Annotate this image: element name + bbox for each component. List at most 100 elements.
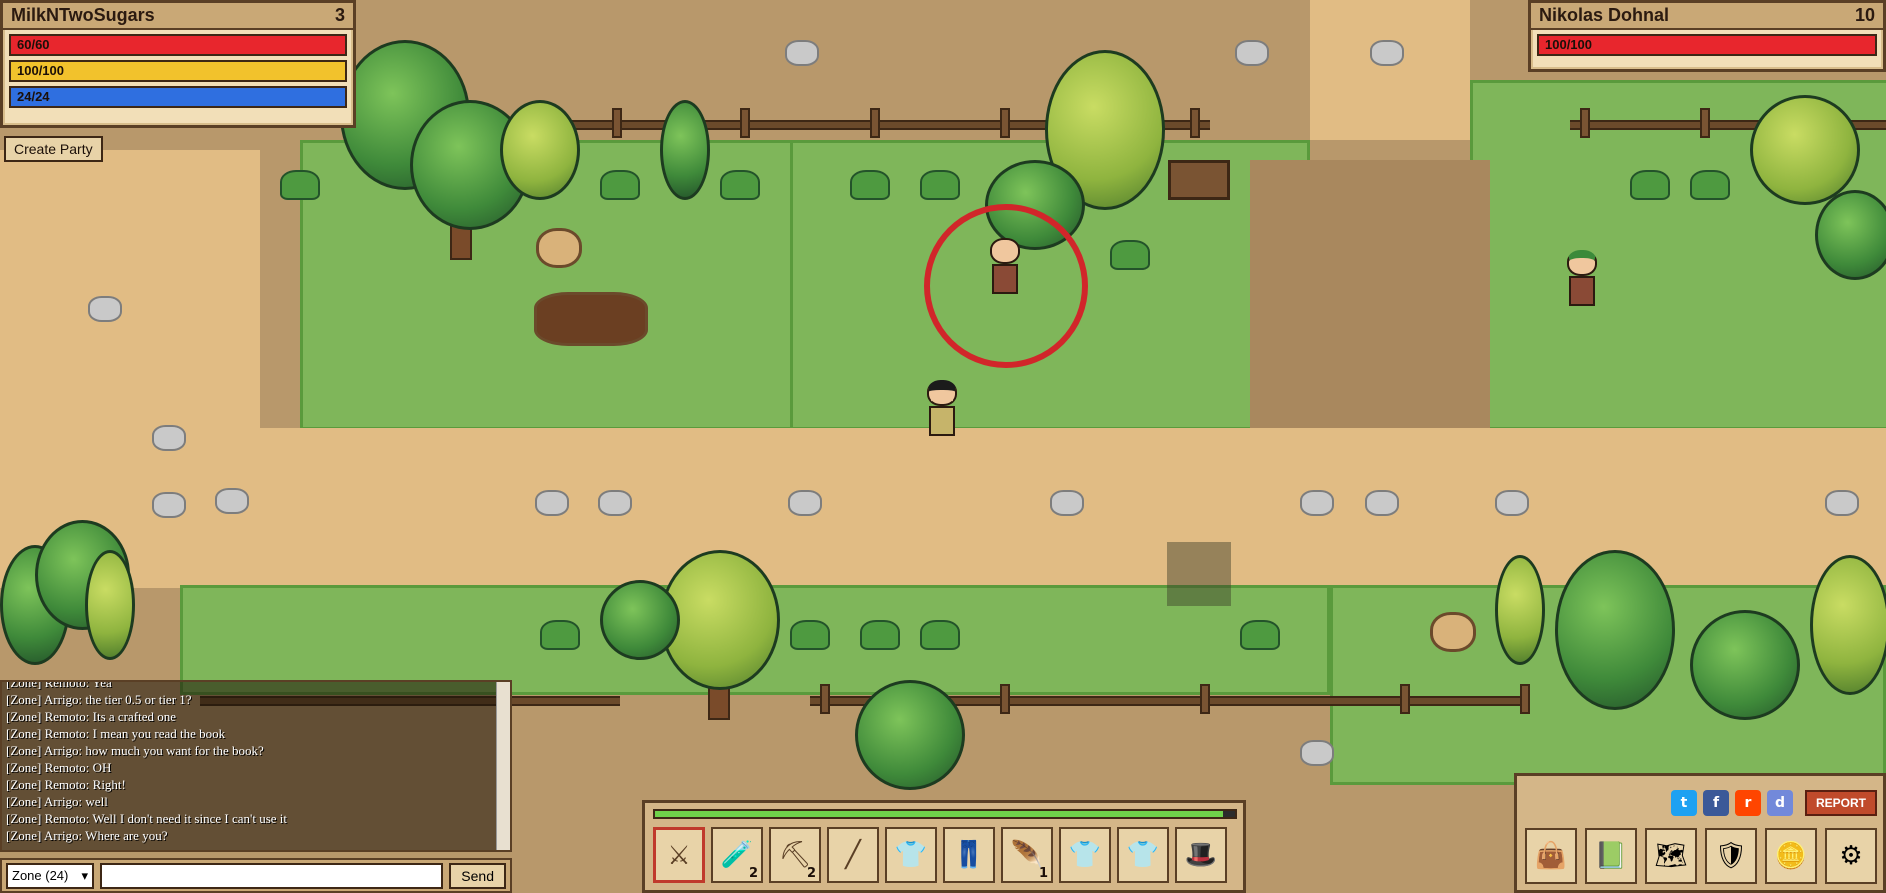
- chat-channel-select[interactable]: Zone (24) ▾: [6, 862, 94, 889]
- chat-message-input[interactable]: [100, 862, 444, 889]
- hotbar: ⚔ 🧪 2 ⛏ 2 ╱ 👕 👖 🪶 1 👕 👕 🎩: [642, 800, 1246, 893]
- tree: [1555, 550, 1675, 710]
- chat-input-row: Zone (24) ▾ Send: [0, 858, 512, 893]
- rock: [1825, 490, 1859, 516]
- tree: [855, 680, 965, 790]
- health-bar-fill: [11, 36, 345, 54]
- inventory-bag-button[interactable]: 👜: [1525, 828, 1577, 884]
- hotbar-slot[interactable]: 👕: [1117, 827, 1169, 883]
- player-body: [929, 406, 955, 436]
- fence-post: [1580, 108, 1590, 138]
- wooden-sign[interactable]: [1168, 160, 1230, 200]
- chat-message: [Zone] Remoto: Right!: [6, 777, 126, 792]
- fence-post: [740, 108, 750, 138]
- tree: [500, 100, 580, 200]
- chat-send-button[interactable]: Send: [449, 862, 506, 889]
- fence-post: [1200, 684, 1210, 714]
- player-name-row: MilkNTwoSugars 3: [3, 3, 353, 30]
- rock: [1300, 740, 1334, 766]
- bush: [1690, 170, 1730, 200]
- settings-gear-button[interactable]: ⚙: [1825, 828, 1877, 884]
- target-level: 10: [1854, 5, 1875, 25]
- tan-shirt-icon: 👕: [1068, 840, 1102, 870]
- rock: [1300, 490, 1334, 516]
- pine-tree: [660, 100, 710, 200]
- fallen-log: [534, 292, 648, 346]
- create-party-button[interactable]: Create Party: [4, 136, 103, 162]
- chat-lines: [Zone] Remoto: Yea [Zone] Arrigo: the tie…: [2, 680, 510, 844]
- hotbar-slot[interactable]: 👖: [943, 827, 995, 883]
- player-name: MilkNTwoSugars: [11, 5, 155, 25]
- gold-coins-button[interactable]: 🪙: [1765, 828, 1817, 884]
- bush: [600, 170, 640, 200]
- reddit-icon[interactable]: r: [1735, 790, 1761, 816]
- discord-icon[interactable]: d: [1767, 790, 1793, 816]
- character-button[interactable]: 🛡: [1705, 828, 1757, 884]
- mana-bar-fill: [11, 88, 345, 106]
- hover-tile: [1167, 542, 1231, 606]
- fence-post: [1400, 684, 1410, 714]
- chat-message: [Zone] Arrigo: the tier 0.5 or tier 1?: [6, 692, 192, 707]
- report-button[interactable]: REPORT: [1805, 790, 1877, 816]
- tree-stump: [536, 228, 582, 268]
- tree: [1815, 190, 1886, 280]
- rock: [788, 490, 822, 516]
- target-name: Nikolas Dohnal: [1539, 5, 1670, 25]
- hotbar-slot[interactable]: ⛏ 2: [769, 827, 821, 883]
- twitter-icon[interactable]: t: [1671, 790, 1697, 816]
- item-count: 2: [748, 866, 758, 881]
- item-count: 2: [806, 866, 816, 881]
- left-path: [0, 150, 260, 430]
- target-health-bar: 100/100: [1537, 34, 1877, 56]
- bush: [540, 620, 580, 650]
- rock: [1365, 490, 1399, 516]
- chat-message: [Zone] Remoto: Yea: [6, 680, 112, 690]
- world-map-icon: 🗺: [1654, 841, 1688, 871]
- chat-message: [Zone] Arrigo: how much you want for the…: [6, 743, 264, 758]
- hotbar-slot[interactable]: 👕: [885, 827, 937, 883]
- fishing-rod-icon: ╱: [845, 840, 861, 870]
- experience-bar-fill: [655, 811, 1224, 817]
- stamina-bar: 100/100: [9, 60, 347, 82]
- pine-tree: [85, 550, 135, 660]
- hotbar-slot[interactable]: 🪶 1: [1001, 827, 1053, 883]
- facebook-icon[interactable]: f: [1703, 790, 1729, 816]
- dirt-patch: [1250, 160, 1490, 430]
- chat-message: [Zone] Remoto: Its a crafted one: [6, 709, 177, 724]
- rock: [1235, 40, 1269, 66]
- fence-post: [612, 108, 622, 138]
- bush: [850, 170, 890, 200]
- tree: [1750, 95, 1860, 205]
- target-status-panel: Nikolas Dohnal 10 100/100: [1528, 0, 1886, 72]
- fence-post: [1520, 684, 1530, 714]
- bush: [860, 620, 900, 650]
- npc-villager[interactable]: [1562, 250, 1602, 306]
- target-selection-ring: [924, 204, 1088, 368]
- world-map-button[interactable]: 🗺: [1645, 828, 1697, 884]
- hotbar-slot[interactable]: ⚔: [653, 827, 705, 883]
- hotbar-slot[interactable]: ╱: [827, 827, 879, 883]
- bush: [720, 170, 760, 200]
- chat-message: [Zone] Remoto: OH: [6, 760, 112, 775]
- hotbar-slot[interactable]: 🧪 2: [711, 827, 763, 883]
- rock: [1495, 490, 1529, 516]
- mana-bar: 24/24: [9, 86, 347, 108]
- hotbar-slot[interactable]: 🎩: [1175, 827, 1227, 883]
- chat-scrollbar[interactable]: [496, 682, 510, 850]
- item-count: 1: [1038, 866, 1048, 881]
- chat-log[interactable]: [Zone] Remoto: Yea [Zone] Arrigo: the tie…: [0, 680, 512, 852]
- main-menu-panel: tfrd REPORT 👜 📗 🗺 🛡 🪙 ⚙: [1514, 773, 1886, 893]
- gold-coins-icon: 🪙: [1774, 841, 1808, 871]
- rock: [1050, 490, 1084, 516]
- skills-book-button[interactable]: 📗: [1585, 828, 1637, 884]
- target-name-row: Nikolas Dohnal 10: [1531, 3, 1883, 30]
- chevron-down-icon: ▾: [81, 867, 88, 883]
- hotbar-slot[interactable]: 👕: [1059, 827, 1111, 883]
- fence-post: [1700, 108, 1710, 138]
- tan-shirt-icon: 👕: [1126, 840, 1160, 870]
- rock: [215, 488, 249, 514]
- settings-gear-icon: ⚙: [1839, 841, 1863, 871]
- inventory-bag-icon: 👜: [1534, 841, 1568, 871]
- tree: [1810, 555, 1886, 695]
- skills-book-icon: 📗: [1594, 841, 1628, 871]
